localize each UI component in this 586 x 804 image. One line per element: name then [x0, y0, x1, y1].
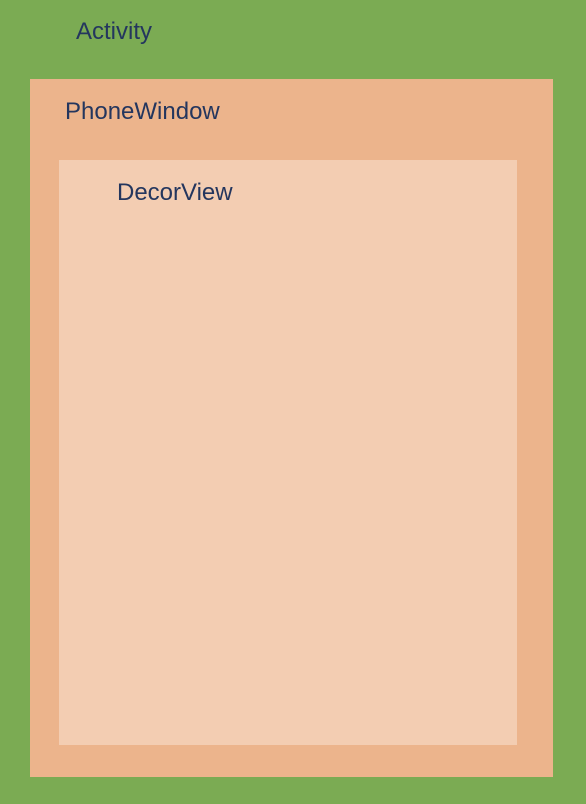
activity-label: Activity — [76, 18, 153, 45]
decor-view-label: DecorView — [117, 179, 233, 206]
decor-view-layer — [59, 160, 517, 745]
phone-window-label: PhoneWindow — [65, 98, 220, 125]
